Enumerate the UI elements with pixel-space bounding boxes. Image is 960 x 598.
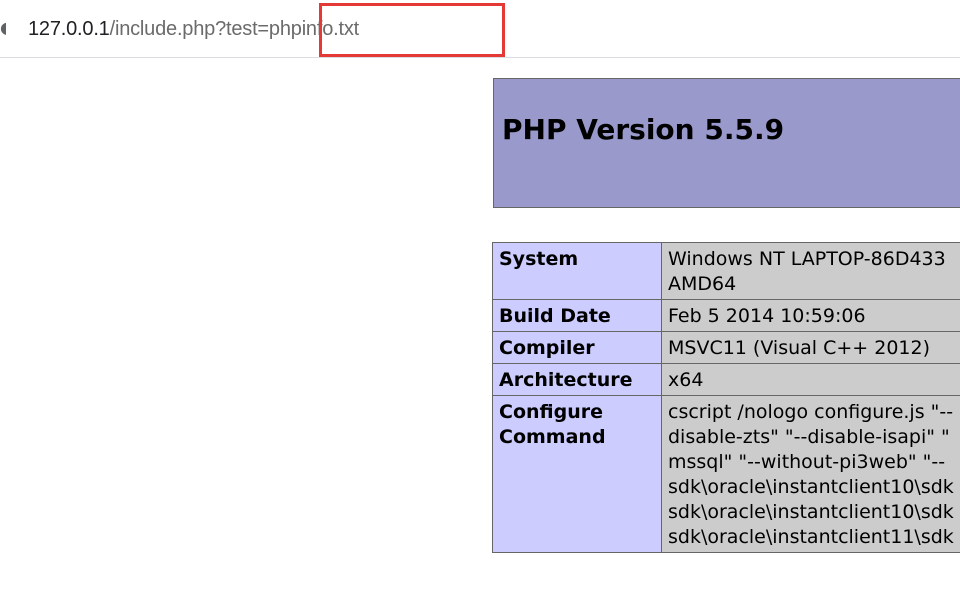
phpinfo-table: System Windows NT LAPTOP-86D433 AMD64 Build…: [492, 242, 960, 553]
row-value-line: Windows NT LAPTOP-86D433: [668, 248, 946, 270]
row-value-line: cscript /nologo configure.js "--: [668, 401, 954, 423]
site-info-icon[interactable]: ●: [0, 19, 6, 37]
row-value: MSVC11 (Visual C++ 2012): [661, 331, 960, 364]
row-value-line: x64: [668, 369, 704, 391]
row-value: cscript /nologo configure.js "-- disable-…: [661, 395, 960, 553]
phpinfo-table-body: System Windows NT LAPTOP-86D433 AMD64 Build…: [492, 242, 960, 553]
row-label: Architecture: [492, 363, 662, 396]
row-value-line: Feb 5 2014 10:59:06: [668, 305, 866, 327]
row-value-line: mssql" "--without-pi3web" "--: [668, 451, 946, 473]
row-value-line: sdk\oracle\instantclient10\sdk: [668, 501, 954, 523]
row-value: x64: [661, 363, 960, 396]
page-title: PHP Version 5.5.9: [502, 113, 785, 146]
row-value: Windows NT LAPTOP-86D433 AMD64: [661, 242, 960, 300]
row-value-line: AMD64: [668, 273, 737, 295]
table-row: Build Date Feb 5 2014 10:59:06: [492, 299, 960, 332]
row-value-line: sdk\oracle\instantclient10\sdk: [668, 476, 954, 498]
url-text[interactable]: 127.0.0.1/include.php?test=phpinfo.txt: [28, 14, 359, 44]
row-label: Build Date: [492, 299, 662, 332]
page-content: PHP Version 5.5.9 System Windows NT LAPTO…: [0, 58, 960, 598]
row-value-line: disable-zts" "--disable-isapi" ": [668, 426, 950, 448]
url-path: /include.php?test=: [109, 18, 270, 40]
row-label: System: [492, 242, 662, 300]
table-row: Configure Command cscript /nologo configu…: [492, 395, 960, 553]
table-row: Architecture x64: [492, 363, 960, 396]
row-value: Feb 5 2014 10:59:06: [661, 299, 960, 332]
php-header-banner: PHP Version 5.5.9: [493, 78, 960, 208]
row-label: Compiler: [492, 331, 662, 364]
address-bar[interactable]: ● 127.0.0.1/include.php?test=phpinfo.txt: [0, 0, 960, 57]
url-host: 127.0.0.1: [28, 18, 110, 40]
table-row: System Windows NT LAPTOP-86D433 AMD64: [492, 242, 960, 300]
row-label: Configure Command: [492, 395, 662, 553]
highlight-annotation-box: [319, 3, 505, 57]
row-value-line: MSVC11 (Visual C++ 2012): [668, 337, 931, 359]
table-row: Compiler MSVC11 (Visual C++ 2012): [492, 331, 960, 364]
row-value-line: sdk\oracle\instantclient11\sdk: [668, 526, 954, 548]
